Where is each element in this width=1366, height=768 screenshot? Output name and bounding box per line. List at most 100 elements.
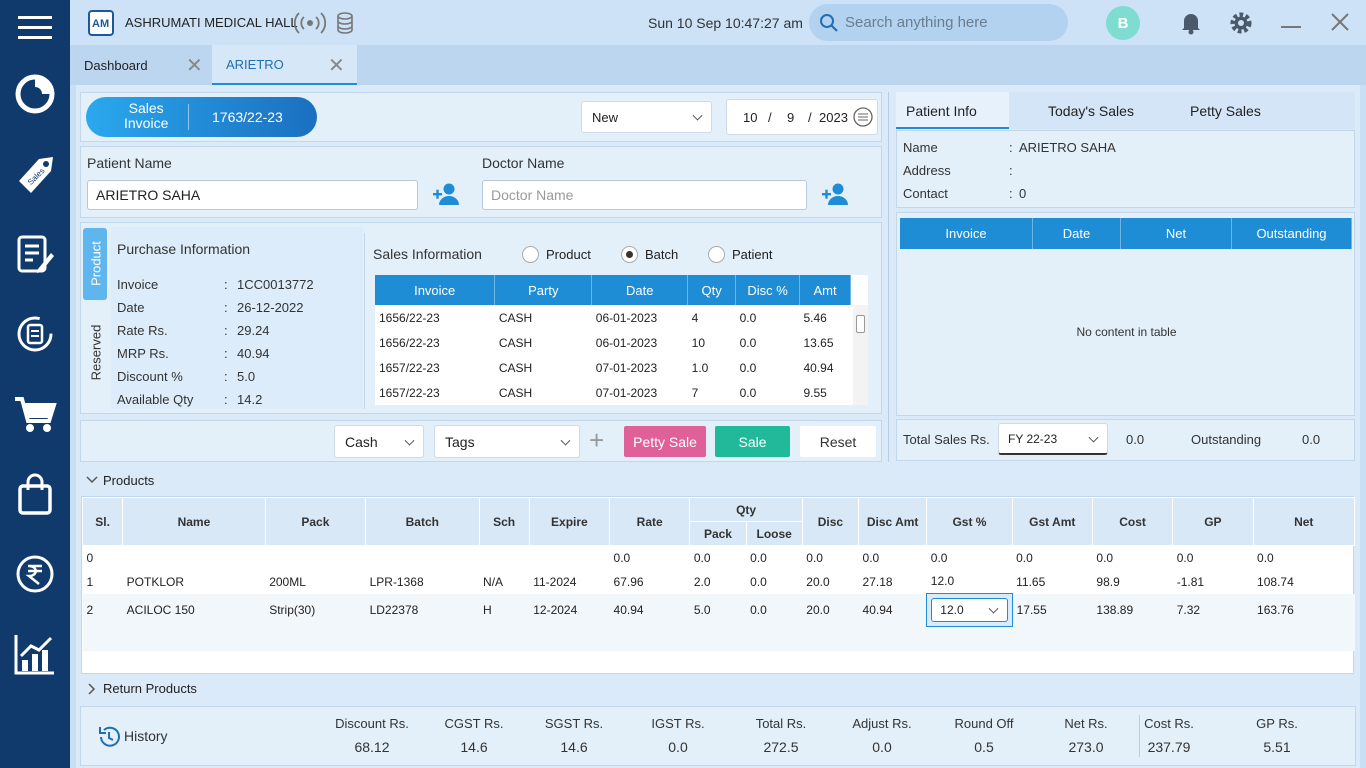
purchase-info-value: 5.0 [237,369,256,384]
outstanding-value: 0.0 [1302,432,1321,447]
tab-patient-info[interactable]: Patient Info [896,92,1009,129]
table-row[interactable]: 2 ACILOC 150 Strip(30) LD22378 H 12-2024 40.94… [82,593,1355,627]
tags-select[interactable]: Tags [434,425,580,458]
column-header[interactable]: Invoice [375,275,496,305]
chevron-right-icon [88,683,96,695]
prescription-icon[interactable] [7,226,63,282]
radio-circle[interactable] [621,246,638,263]
patient-name-input[interactable]: ARIETRO SAHA [87,180,418,210]
sales-table-scrollbar[interactable] [853,305,868,405]
table-cell: 5.46 [803,310,827,325]
total-value: 237.79 [1147,739,1191,755]
table-cell: 0.0 [750,574,767,589]
radio-patient[interactable]: Patient [708,245,798,265]
products-header[interactable]: Products [80,466,1356,494]
close-tab-icon[interactable]: ✕ [186,53,203,78]
dashboard-pie-icon[interactable] [7,66,63,122]
tab-todays-sales[interactable]: Today's Sales [1026,92,1156,129]
radio-label: Batch [645,247,679,262]
radio-label: Product [546,247,591,262]
table-cell: 2.0 [693,574,711,589]
sale-button[interactable]: Sale [715,426,790,457]
radio-circle[interactable] [522,246,539,263]
col-gst: Gst % [926,497,1013,546]
petty-sale-button[interactable]: Petty Sale [624,426,706,457]
invoice-date-picker[interactable]: 10 / 9 / 2023 [726,99,878,135]
chevron-down-icon [404,435,415,446]
reports-chart-icon[interactable] [7,626,63,682]
column-header[interactable]: Amt [799,275,851,305]
menu-icon[interactable] [7,0,63,56]
column-header[interactable]: Party [494,275,593,305]
table-row[interactable]: 1657/22-23 CASH 07-01-2023 1.0 0.0 40.94 [375,355,851,380]
payment-mode-select[interactable]: Cash [334,425,424,458]
column-header[interactable]: Date [1033,218,1121,249]
table-row[interactable]: 1657/22-23 CASH 07-01-2023 7 0.0 9.55 [375,380,851,405]
notification-bell-icon[interactable] [1180,11,1202,35]
radio-product[interactable]: Product [522,245,612,265]
radio-circle[interactable] [708,246,725,263]
table-cell: 0.0 [693,550,711,565]
table-row[interactable]: 1656/22-23 CASH 06-01-2023 4 0.0 5.46 [375,305,851,330]
total-label: GP Rs. [1256,716,1298,731]
side-tab-reserved[interactable]: Reserved [83,317,107,389]
patient-info-panel: Name: ARIETRO SAHA Address: Contact:0 [896,130,1355,208]
table-row[interactable]: 1656/22-23 CASH 06-01-2023 10 0.0 13.65 [375,330,851,355]
column-header[interactable]: Date [591,275,689,305]
history-button[interactable]: History [124,728,168,744]
tab-arietro[interactable]: ARIETRO ✕ [212,45,357,85]
fiscal-year-select[interactable]: FY 22-23 [998,423,1108,455]
column-header[interactable]: Qty [687,275,737,305]
tab-petty-sales[interactable]: Petty Sales [1166,92,1296,129]
settings-gear-icon[interactable] [1228,10,1254,36]
table-row[interactable]: 1 POTKLOR 200ML LPR-1368 N/A 11-2024 67.96 2.0 0… [83,570,1355,594]
close-window-icon[interactable] [1330,12,1350,32]
reset-button[interactable]: Reset [800,426,876,457]
empty-row [82,626,1355,651]
column-header[interactable]: Outstanding [1232,218,1352,249]
sales-tag-icon[interactable]: Sales [7,145,63,201]
signal-icon[interactable] [294,11,326,35]
radio-label: Patient [732,247,773,262]
history-icon[interactable] [96,724,122,750]
table-cell: 2 [86,603,94,617]
purchase-info-key: Invoice [117,277,159,292]
tab-dashboard[interactable]: Dashboard ✕ [70,45,212,85]
table-cell: 11.65 [1016,574,1046,589]
search-box[interactable]: Search anything here [809,4,1068,41]
add-patient-icon[interactable] [432,182,462,206]
close-tab-icon[interactable]: ✕ [328,53,345,78]
calendar-icon[interactable] [853,107,873,127]
minimize-icon[interactable] [1281,26,1301,28]
products-table: Sl. Name Pack Batch Sch Expire Rate Qty … [81,496,1356,674]
radio-batch[interactable]: Batch [621,245,711,265]
database-icon[interactable] [336,12,354,34]
return-products-header[interactable]: Return Products [80,676,1356,702]
cart-icon[interactable] [7,386,63,442]
col-disc: Disc [801,497,860,546]
doctor-name-input[interactable]: Doctor Name [482,180,807,210]
user-avatar[interactable]: B [1106,6,1140,40]
side-tab-product[interactable]: Product [83,228,107,300]
column-header[interactable]: Invoice [900,218,1033,249]
gst-select[interactable]: 12.0 [931,598,1008,622]
patient-name-label: Patient Name [87,155,172,171]
table-cell: 1656/22-23 [379,310,440,325]
search-input[interactable]: Search anything here [845,14,988,31]
table-cell [479,546,529,570]
column-header[interactable]: Disc % [735,275,800,305]
rupee-icon[interactable] [7,546,63,602]
column-header[interactable]: Net [1121,218,1232,249]
add-tag-icon[interactable]: + [589,426,604,454]
returns-icon[interactable] [7,306,63,362]
table-cell: 07-01-2023 [595,360,658,375]
purchase-bag-icon[interactable] [7,466,63,522]
add-doctor-icon[interactable] [821,182,851,206]
table-cell [366,546,479,570]
table-cell: CASH [498,360,533,375]
invoice-mode-select[interactable]: New [581,101,712,133]
table-row[interactable]: 0 0.0 0.0 0.0 0.0 0.0 0.0 0.0 0.0 0.0 0.0 [83,546,1355,570]
table-cell: 163.76 [1257,603,1294,617]
table-cell: 0.0 [739,360,757,375]
colon: : [224,323,228,338]
